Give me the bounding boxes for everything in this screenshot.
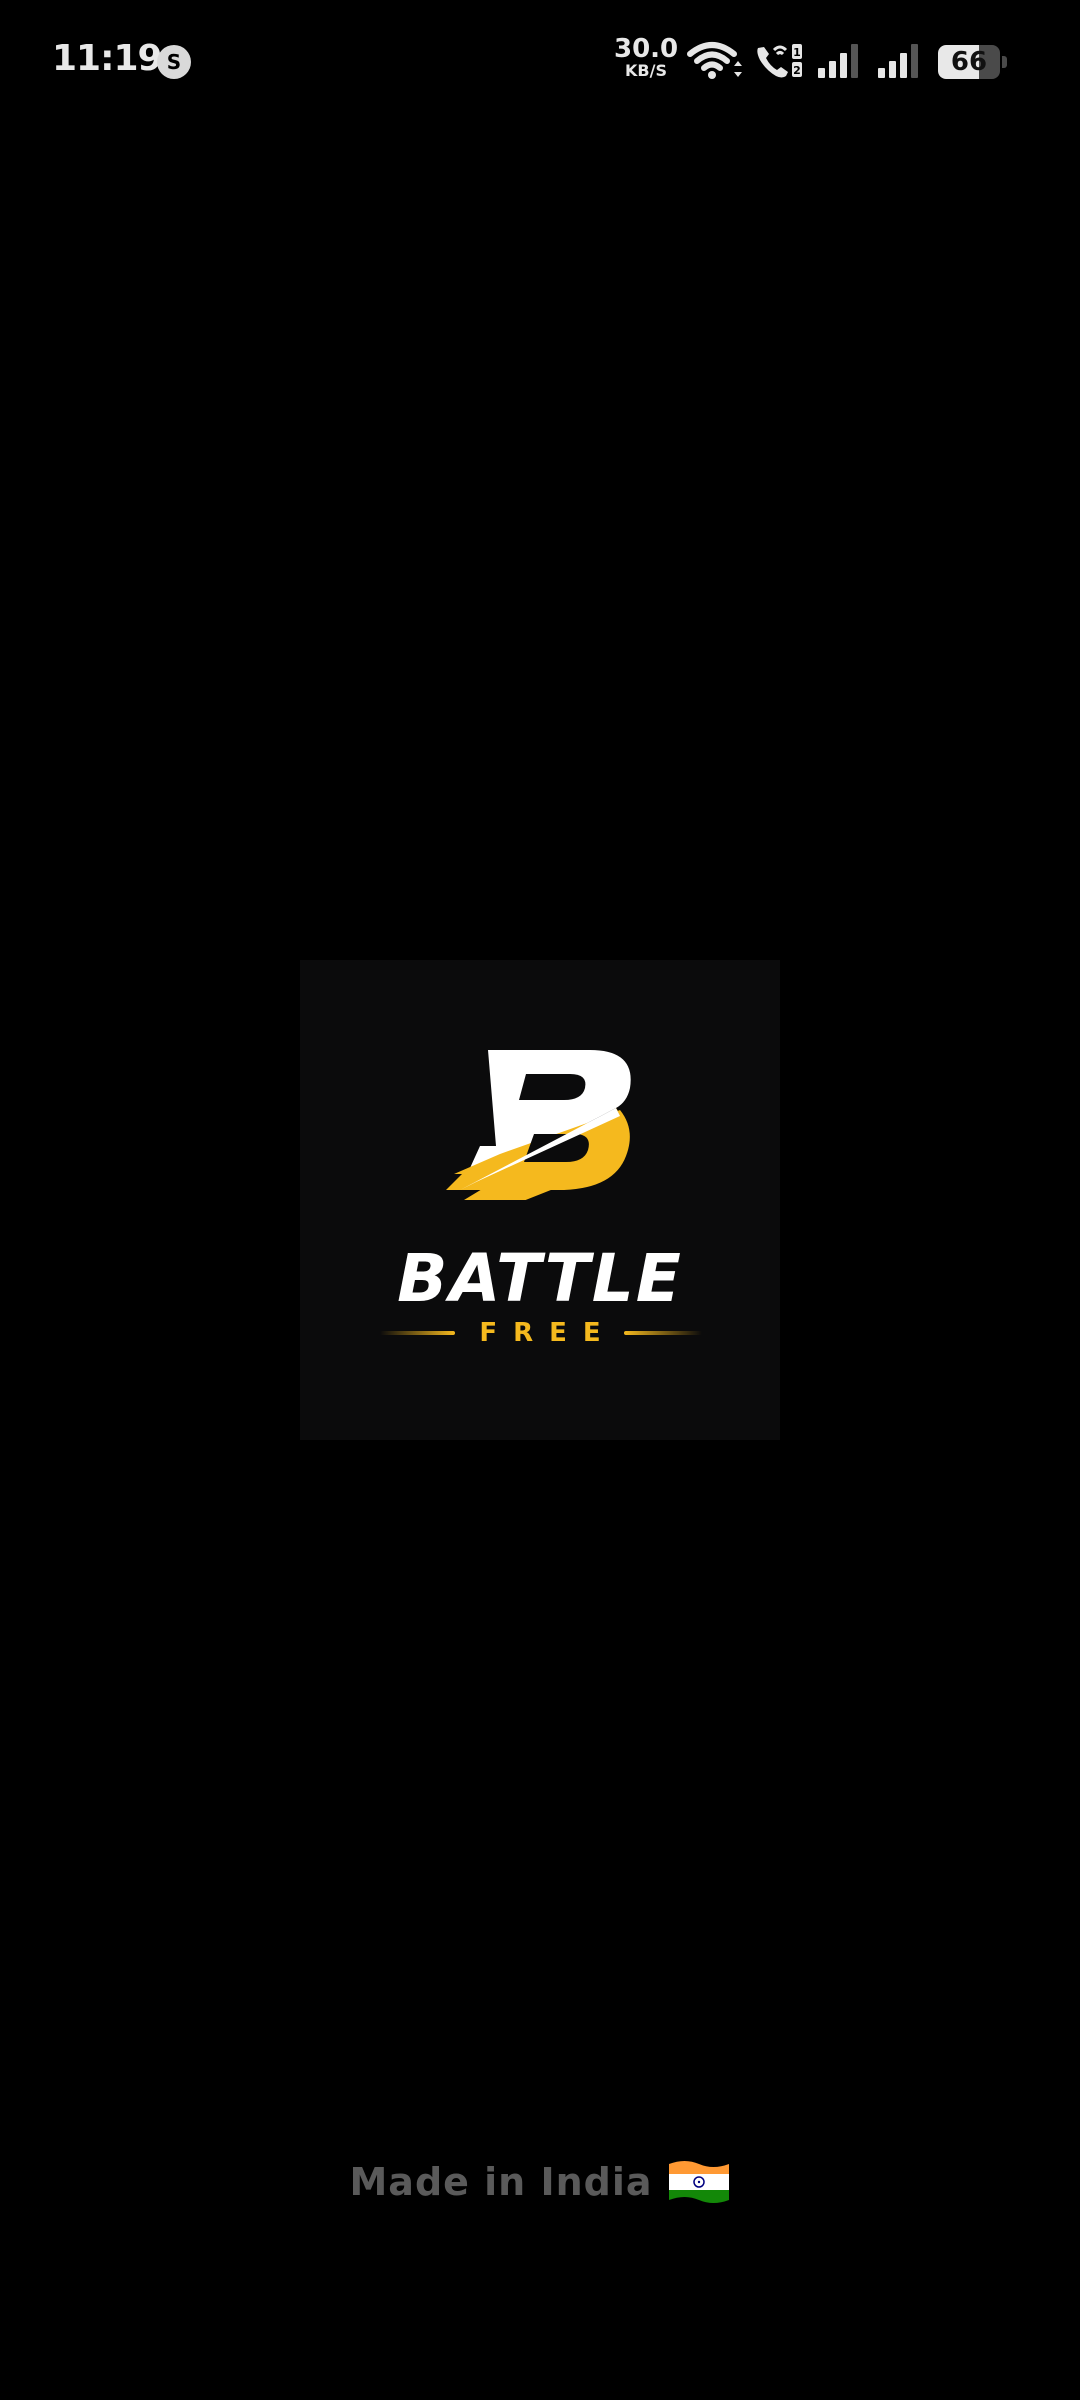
network-speed-value: 30.0 — [614, 34, 679, 64]
battery-icon: 66 — [938, 45, 1007, 79]
network-speed: 30.0 KB/S — [614, 36, 678, 79]
logo-wordmark: BATTLE — [397, 1240, 683, 1317]
india-flag-icon — [668, 2161, 729, 2203]
splash-screen: 11:19 S 30.0 KB/S 1 2 66 BATTLE FREE Mad… — [0, 0, 1080, 2400]
wifi-icon — [687, 42, 742, 79]
svg-text:1: 1 — [793, 46, 801, 59]
status-time: 11:19 — [52, 38, 163, 79]
svg-text:2: 2 — [793, 64, 801, 77]
footer: Made in India — [0, 2150, 1080, 2214]
signal-sim1-icon — [818, 44, 858, 78]
battery-level: 66 — [950, 47, 988, 77]
made-in-india-text: Made in India — [349, 2160, 653, 2204]
svg-text:S: S — [167, 50, 181, 74]
signal-sim2-icon — [878, 44, 918, 78]
network-speed-unit: KB/S — [625, 61, 667, 80]
lightning-b-logo-icon — [446, 1050, 631, 1200]
wifi-calling-icon: 1 2 — [757, 44, 802, 78]
logo-divider-left — [380, 1331, 455, 1335]
logo-divider-right — [624, 1331, 702, 1335]
logo-subtitle-row: FREE — [300, 1318, 780, 1348]
app-logo: BATTLE FREE — [300, 960, 780, 1440]
status-bar: 11:19 S 30.0 KB/S 1 2 66 — [0, 0, 1080, 120]
logo-subtitle: FREE — [479, 1318, 617, 1348]
shazam-icon: S — [157, 45, 191, 79]
